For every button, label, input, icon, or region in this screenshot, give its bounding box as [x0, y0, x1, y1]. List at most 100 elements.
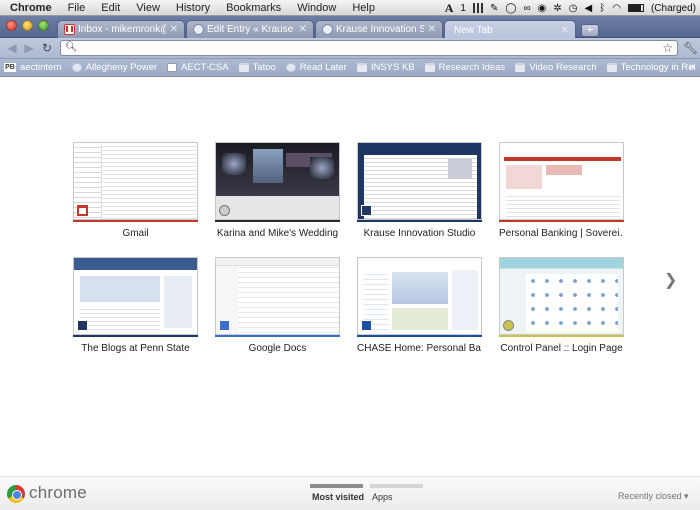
tab-close-icon[interactable]: ✕: [170, 24, 178, 35]
bookmark-star-icon[interactable]: ☆: [662, 41, 673, 55]
bluetooth-icon[interactable]: ᛒ: [599, 3, 605, 14]
tab-apps[interactable]: Apps: [372, 492, 393, 502]
gear-icon[interactable]: ✲: [553, 3, 561, 14]
menu-window[interactable]: Window: [289, 2, 344, 14]
wifi-icon[interactable]: ◠: [612, 3, 621, 14]
minimize-window-button[interactable]: [22, 20, 33, 31]
tab-strip: Inbox - mikemronk@gmail.c ✕ Edit Entry «…: [0, 16, 700, 39]
wrench-icon[interactable]: 🔧︎: [683, 41, 698, 55]
menu-help[interactable]: Help: [344, 2, 383, 14]
address-input[interactable]: [77, 41, 637, 55]
bookmark-allegheny-power[interactable]: Allegheny Power: [71, 62, 158, 73]
bookmark-folder-research-ideas[interactable]: Research Ideas: [424, 62, 505, 73]
bookmark-label: Read Later: [299, 62, 347, 73]
recently-closed-menu[interactable]: Recently closed ▾: [618, 491, 689, 502]
new-tab-page: Gmail Karina and Mike's Wedding Krause I…: [0, 77, 700, 476]
speaker-icon[interactable]: ◀: [585, 3, 593, 14]
folder-icon: [606, 63, 617, 72]
accent-bar: [499, 335, 624, 337]
globe-icon: [285, 63, 296, 72]
menu-edit[interactable]: Edit: [93, 2, 128, 14]
bookmark-folder-tatoo[interactable]: Tatoo: [238, 62, 276, 73]
pencil-icon[interactable]: ✎: [490, 3, 498, 14]
gmail-icon: [64, 24, 75, 35]
time-machine-icon[interactable]: ◷: [569, 3, 578, 14]
page-icon: [167, 63, 178, 72]
bookmark-label: Video Research: [529, 62, 597, 73]
menu-file[interactable]: File: [60, 2, 94, 14]
most-visited-tile-psu-blogs[interactable]: The Blogs at Penn State: [73, 257, 198, 354]
bookmark-folder-insys-kb[interactable]: INSYS KB: [356, 62, 415, 73]
most-visited-tile-sovereign[interactable]: Personal Banking | Soverei…: [499, 142, 624, 239]
tile-label: Karina and Mike's Wedding: [216, 228, 339, 239]
bookmark-label: Allegheny Power: [85, 62, 158, 73]
page-icon: [322, 24, 333, 35]
bookmark-label: AECT-CSA: [181, 62, 229, 73]
chase-logo-icon: [361, 320, 372, 331]
most-visited-tile-control-panel[interactable]: Control Panel :: Login Page: [499, 257, 624, 354]
adobe-update-count: 1: [460, 2, 466, 14]
globe-icon[interactable]: ◉: [538, 3, 547, 14]
tab-close-icon[interactable]: ✕: [428, 24, 436, 35]
chevron-right-double-icon[interactable]: »: [689, 61, 695, 73]
most-visited-tile-google-docs[interactable]: Google Docs: [215, 257, 340, 354]
tab-new-tab[interactable]: New Tab ✕: [444, 20, 576, 39]
menu-history[interactable]: History: [168, 2, 218, 14]
close-window-button[interactable]: [6, 20, 17, 31]
zoom-window-button[interactable]: [38, 20, 49, 31]
bookmark-read-later[interactable]: Read Later: [285, 62, 347, 73]
tab-title: Inbox - mikemronk@gmail.c: [78, 24, 166, 35]
tile-label: Krause Innovation Studio: [363, 228, 476, 239]
bookmark-aectintern[interactable]: PB aectintern: [4, 62, 62, 73]
accent-bar: [499, 220, 624, 222]
new-tab-button[interactable]: +: [581, 24, 599, 37]
bookmark-folder-video-research[interactable]: Video Research: [515, 62, 597, 73]
next-page-chevron-icon[interactable]: ❯: [664, 270, 677, 290]
app-menu[interactable]: Chrome: [8, 2, 60, 14]
most-visited-tile-krause[interactable]: Krause Innovation Studio: [357, 142, 482, 239]
tile-label: The Blogs at Penn State: [81, 343, 190, 354]
grid-icon[interactable]: [472, 3, 483, 13]
tab-title: Edit Entry « Krause Innovatio: [207, 24, 295, 35]
binoculars-icon[interactable]: ∞: [524, 3, 531, 14]
battery-icon[interactable]: [627, 4, 644, 12]
page-thumbnail: [357, 257, 482, 335]
page-thumbnail: [499, 142, 624, 220]
bookmark-label: Tatoo: [252, 62, 276, 73]
tile-label: Gmail: [122, 228, 149, 239]
reload-icon[interactable]: ↻: [40, 41, 54, 55]
tab-close-icon[interactable]: ✕: [299, 24, 307, 35]
chrome-logo-icon: [7, 485, 25, 503]
bookmark-folder-technology[interactable]: Technology in Rel: [606, 62, 696, 73]
most-visited-tile-wedding[interactable]: Karina and Mike's Wedding: [215, 142, 340, 239]
tab-inbox[interactable]: Inbox - mikemronk@gmail.c ✕: [57, 20, 185, 38]
folder-icon: [424, 63, 435, 72]
tab-krause[interactable]: Krause Innovation Studio | Pe ✕: [315, 20, 443, 38]
menu-view[interactable]: View: [128, 2, 168, 14]
bookmark-aect-csa[interactable]: AECT-CSA: [167, 62, 229, 73]
tile-label: Personal Banking | Soverei…: [499, 228, 624, 239]
docs-icon: [219, 320, 230, 331]
tile-label: Control Panel :: Login Page: [500, 343, 623, 354]
window-controls: [6, 20, 49, 31]
omnibox[interactable]: 🔍︎ ☆: [60, 40, 678, 56]
chat-bubble-icon[interactable]: ◯: [505, 3, 516, 14]
chrome-wordmark: chrome: [29, 483, 87, 502]
adobe-icon[interactable]: A: [445, 1, 454, 16]
bookmarks-bar: PB aectintern Allegheny Power AECT-CSA T…: [0, 59, 700, 77]
back-arrow-icon[interactable]: ◀: [5, 41, 19, 55]
tab-most-visited[interactable]: Most visited: [312, 492, 364, 502]
tab-edit-entry[interactable]: Edit Entry « Krause Innovatio ✕: [186, 20, 314, 38]
apps-indicator: [370, 484, 423, 488]
most-visited-tile-gmail[interactable]: Gmail: [73, 142, 198, 239]
tab-title: New Tab: [454, 24, 493, 36]
menu-bookmarks[interactable]: Bookmarks: [218, 2, 289, 14]
most-visited-tile-chase[interactable]: CHASE Home: Personal Ba…: [357, 257, 482, 354]
accent-bar: [215, 220, 340, 222]
battery-status-text: (Charged): [650, 2, 696, 14]
tab-close-icon[interactable]: ✕: [561, 25, 569, 36]
page-thumbnail: [73, 142, 198, 220]
forward-arrow-icon[interactable]: ▶: [22, 41, 36, 55]
new-tab-footer: chrome Most visited Apps Recently closed…: [0, 476, 700, 510]
gmail-icon: [77, 205, 88, 216]
